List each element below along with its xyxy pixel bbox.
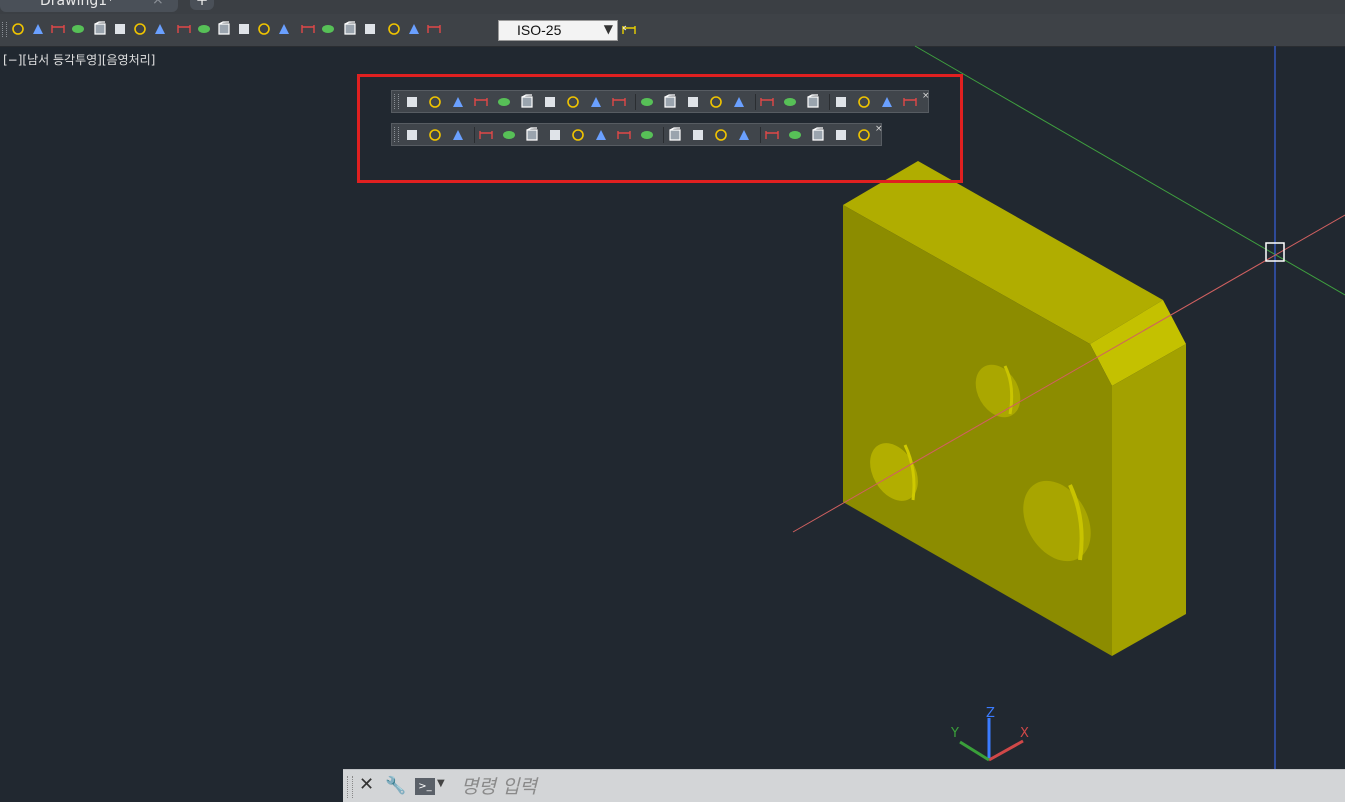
ucs-icon: Z X Y <box>950 706 1029 762</box>
ucs-x-label: X <box>1020 726 1029 741</box>
command-line: ✕ 🔧 >_ ▼ <box>343 769 1345 802</box>
wrench-icon[interactable]: 🔧 <box>385 776 406 796</box>
command-line-grip[interactable] <box>347 776 353 798</box>
highlight-box <box>357 74 963 183</box>
ucs-z-label: Z <box>986 706 995 721</box>
close-icon[interactable]: ✕ <box>359 774 374 795</box>
solid-side-face <box>1112 344 1186 656</box>
command-input[interactable] <box>459 774 1323 800</box>
chevron-down-icon[interactable]: ▼ <box>437 778 445 789</box>
yellow-solid-plate <box>843 161 1186 656</box>
command-prompt-icon[interactable]: >_ <box>415 778 435 795</box>
ucs-y-label: Y <box>950 726 959 741</box>
